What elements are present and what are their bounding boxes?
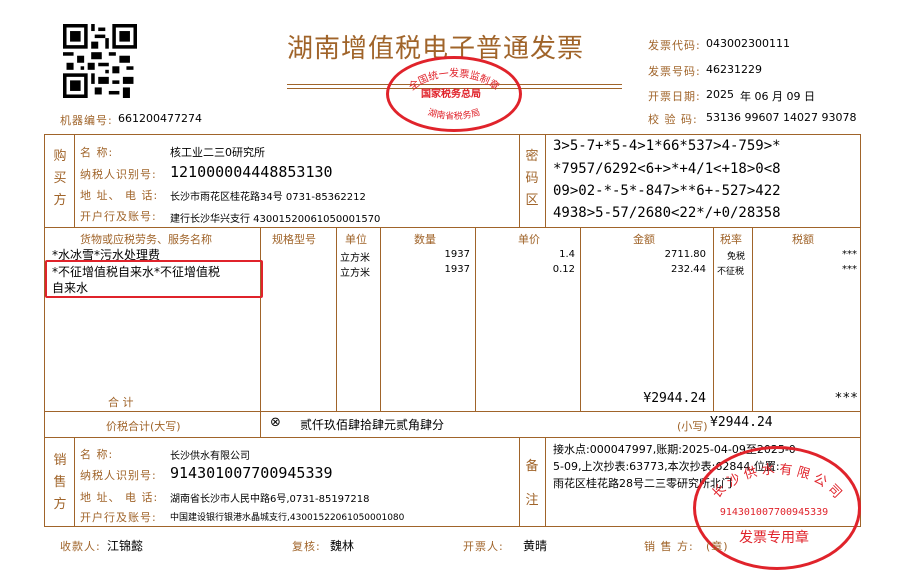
cipher-line-3: 09>02-*-5*-847>**6+-527>422 [553, 183, 781, 199]
date-label: 开票日期: [648, 90, 701, 103]
hline-buyer-bottom [44, 227, 861, 228]
seal-middle-text: 国家税务总局 [421, 89, 481, 100]
svg-text:湖南省税务局: 湖南省税务局 [426, 107, 481, 122]
item-2-qty: 1937 [444, 264, 470, 275]
seller-bank-label: 开户行及账号: [80, 511, 157, 524]
invoice-no-label: 发票号码: [648, 65, 701, 78]
buyer-bank-label: 开户行及账号: [80, 210, 157, 223]
remarks-section-label: 备注 [524, 450, 540, 518]
checksum: 53136 99607 14027 93078 [706, 111, 857, 124]
col-header-unit: 单位 [345, 233, 367, 246]
sum-amount: ¥2944.24 [643, 391, 706, 406]
seller-section-label: 销售方 [52, 450, 68, 516]
seller-bank: 中国建设银行银港水晶城支行,43001522061050001080 [170, 513, 405, 523]
item-1-price: 1.4 [559, 249, 575, 260]
qr-code [63, 24, 137, 98]
circle-x-icon: ⊗ [270, 415, 281, 430]
seller-label-text: 销售方 [53, 453, 67, 512]
machine-no: 661200477274 [118, 112, 202, 125]
vline-rate [713, 227, 714, 411]
cipher-line-2: *7957/6292<6+>*+4/1<+18>0<8 [553, 161, 781, 177]
item-2-amount: 232.44 [671, 264, 706, 275]
payee: 江锦懿 [107, 539, 144, 553]
invoice-code: 043002300111 [706, 37, 790, 50]
vline-buyer-label [74, 134, 75, 227]
vline-spec [260, 227, 261, 411]
col-header-amount: 金额 [633, 233, 655, 246]
date-year: 2025 [706, 88, 734, 101]
seller-name: 长沙供水有限公司 [170, 451, 250, 462]
sum-label: 合 计 [108, 396, 134, 409]
total-small: ¥2944.24 [710, 415, 773, 430]
invoice-page: { "header": { "title": "湖南增值税电子普通发票", "m… [0, 0, 910, 582]
item-2-rate: 不征税 [717, 267, 745, 277]
seller-name-label: 名 称: [80, 448, 114, 461]
hline-sum-top [44, 411, 861, 412]
reviewer-label: 复核: [292, 540, 321, 553]
item-2-tax: *** [842, 264, 857, 275]
hline-total-bottom [44, 437, 861, 438]
col-header-qty: 数量 [414, 233, 436, 246]
vline-remark-label [545, 437, 546, 527]
seller-addr: 湖南省长沙市人民中路6号,0731-85197218 [170, 494, 370, 505]
cipher-section-label: 密码区 [524, 146, 540, 212]
invoice-no: 46231229 [706, 63, 762, 76]
col-header-price: 单价 [518, 233, 540, 246]
col-header-tax: 税额 [792, 233, 814, 246]
item-2-unit: 立方米 [340, 268, 370, 279]
item-1-rate: 免税 [727, 252, 746, 262]
item-1-amount: 2711.80 [664, 249, 706, 260]
cipher-line-1: 3>5-7+*5-4>1*66*537>4-759>* [553, 138, 781, 154]
cipher-line-4: 4938>5-57/2680<22*/+0/28358 [553, 205, 781, 221]
buyer-name: 核工业二三0研究所 [170, 146, 265, 159]
total-words: 贰仟玖佰肆拾肆元贰角肆分 [300, 418, 445, 432]
invoice-code-label: 发票代码: [648, 39, 701, 52]
vline-remark-left [519, 437, 520, 527]
item-1-unit: 立方米 [340, 253, 370, 264]
vline-cipher-left [519, 134, 520, 227]
machine-no-label: 机器编号: [60, 114, 113, 127]
col-header-name: 货物或应税劳务、服务名称 [80, 233, 212, 246]
vline-seller-label [74, 437, 75, 527]
buyer-addr: 长沙市雨花区桂花路34号 0731-85362212 [170, 192, 366, 203]
total-small-label: (小写) [677, 420, 708, 433]
buyer-label-text: 购买方 [53, 149, 67, 208]
remarks-label-text: 备注 [525, 459, 539, 508]
col-header-rate: 税率 [720, 233, 742, 246]
svg-text:长 沙 供 水 有 限 公 司: 长 沙 供 水 有 限 公 司 [710, 462, 845, 501]
payee-label: 收款人: [60, 540, 101, 553]
checksum-label: 校 验 码: [648, 113, 698, 126]
vline-cipher-label [545, 134, 546, 227]
tax-bureau-seal: 全国统一发票监制章 湖南省税务局 国家税务总局 [386, 56, 522, 132]
reviewer: 魏林 [330, 539, 355, 553]
date-rest: 年 06 月 09 日 [740, 90, 815, 103]
item-1-qty: 1937 [444, 249, 470, 260]
seller-footer-label: 销 售 方: [644, 540, 694, 553]
issuer: 黄晴 [523, 539, 548, 553]
seller-taxid-label: 纳税人识别号: [80, 469, 157, 482]
vline-unit [336, 227, 337, 411]
item-2-name: *不征增值税自来水*不征增值税 [52, 265, 221, 279]
buyer-addr-label: 地 址、 电 话: [80, 189, 159, 202]
seller-taxid: 914301007700945339 [170, 464, 333, 482]
buyer-section-label: 购买方 [52, 146, 68, 212]
cipher-label-text: 密码区 [525, 149, 539, 208]
buyer-taxid-label: 纳税人识别号: [80, 168, 157, 181]
item-2-price: 0.12 [552, 264, 575, 275]
seller-addr-label: 地 址、 电 话: [80, 491, 159, 504]
issuer-label: 开票人: [463, 540, 504, 553]
seller-seal-taxid: 914301007700945339 [719, 507, 829, 518]
seller-footer-mark: (章) [706, 540, 729, 553]
sum-tax: *** [834, 391, 858, 406]
item-2-name-cont: 自来水 [52, 281, 89, 295]
buyer-taxid: 121000004448853130 [170, 163, 333, 181]
buyer-name-label: 名 称: [80, 146, 114, 159]
col-header-spec: 规格型号 [272, 233, 316, 246]
item-1-tax: *** [842, 249, 857, 260]
vline-total [260, 411, 261, 437]
total-label: 价税合计(大写) [106, 420, 181, 433]
buyer-bank: 建行长沙华兴支行 43001520061050001570 [170, 214, 381, 225]
